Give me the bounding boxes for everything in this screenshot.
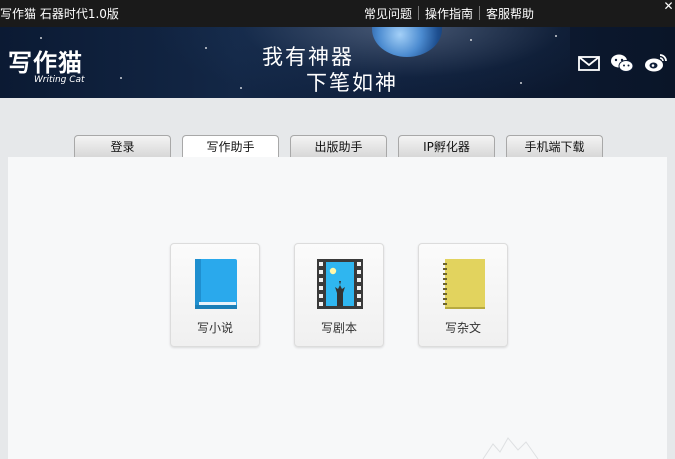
- card-label: 写剧本: [320, 321, 357, 335]
- notebook-icon: [443, 259, 485, 309]
- logo-text: 写作猫: [8, 48, 83, 77]
- menu-support[interactable]: 客服帮助: [486, 5, 534, 22]
- menu-guide[interactable]: 操作指南: [425, 5, 473, 22]
- star: [470, 39, 472, 41]
- tab-publishing-assistant[interactable]: 出版助手: [290, 135, 387, 158]
- close-button[interactable]: ✕: [662, 0, 675, 13]
- slogan-line-2: 下笔如神: [306, 71, 398, 95]
- star: [240, 87, 242, 89]
- mail-icon[interactable]: [578, 53, 600, 73]
- tab-login[interactable]: 登录: [74, 135, 171, 158]
- tab-mobile-download[interactable]: 手机端下载: [506, 135, 603, 158]
- weibo-icon[interactable]: [644, 53, 668, 73]
- book-icon: [195, 259, 237, 309]
- star: [205, 47, 207, 49]
- logo-subtext: Writing Cat: [34, 75, 85, 85]
- star: [40, 37, 42, 39]
- menu-divider: [418, 6, 420, 20]
- title-bar: 写作猫 石器时代1.0版 常见问题 操作指南 客服帮助 ✕: [0, 0, 675, 27]
- film-icon: [317, 259, 363, 309]
- card-label: 写小说: [196, 321, 233, 335]
- write-essay-card[interactable]: 写杂文: [418, 243, 508, 347]
- banner: 写作猫 Writing Cat 我有神器 下笔如神: [0, 27, 675, 98]
- menu-faq[interactable]: 常见问题: [364, 5, 412, 22]
- tab-ip-incubator[interactable]: IP孵化器: [398, 135, 495, 158]
- menu-divider: [479, 6, 481, 20]
- app-title: 写作猫 石器时代1.0版: [0, 7, 119, 21]
- star: [120, 77, 122, 79]
- decorative-sketch: [482, 437, 539, 459]
- write-script-card[interactable]: 写剧本: [294, 243, 384, 347]
- logo: 写作猫 Writing Cat: [8, 43, 85, 85]
- wechat-icon[interactable]: [610, 53, 634, 73]
- star: [555, 35, 557, 37]
- card-label: 写杂文: [444, 321, 481, 335]
- star: [520, 82, 522, 84]
- top-menu: 常见问题 操作指南 客服帮助: [364, 5, 534, 22]
- write-novel-card[interactable]: 写小说: [170, 243, 260, 347]
- tab-writing-assistant[interactable]: 写作助手: [182, 135, 279, 158]
